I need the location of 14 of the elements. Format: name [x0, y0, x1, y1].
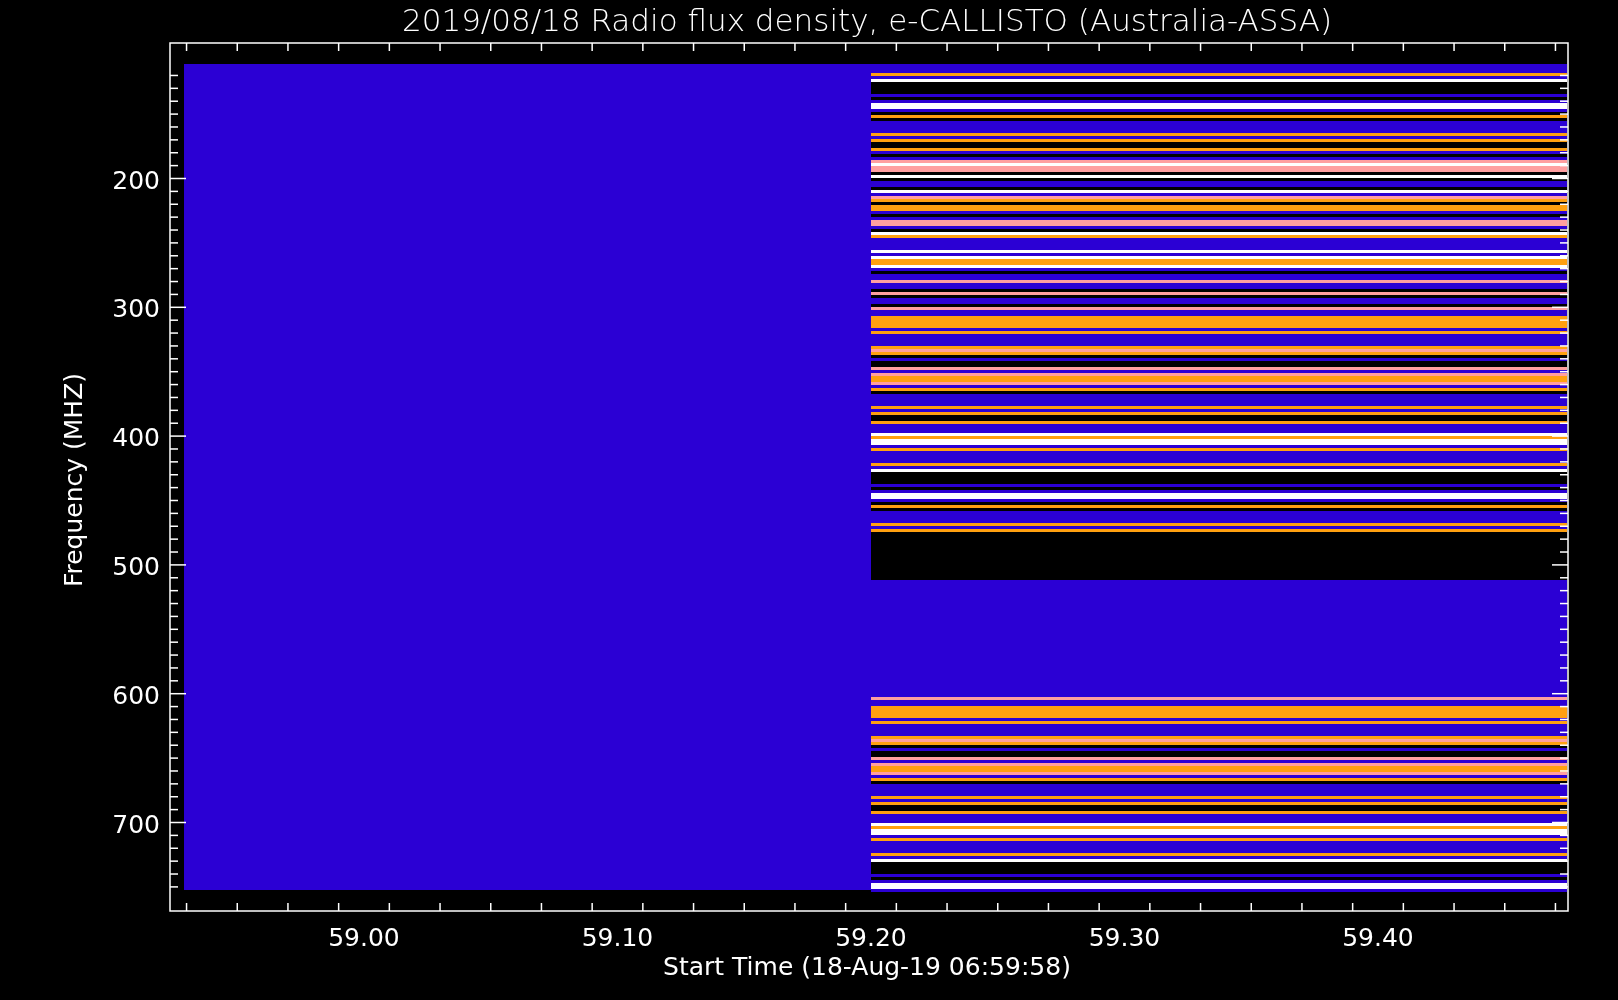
x-tick-label: 59.40	[1342, 923, 1414, 952]
y-tick-label: 600	[112, 680, 160, 710]
x-tick-label: 59.20	[835, 923, 907, 952]
y-tick-label: 400	[112, 423, 160, 453]
x-tick-label: 59.10	[581, 923, 654, 952]
y-axis-label: Frequency (MHZ)	[59, 372, 88, 588]
y-tick-label: 300	[112, 294, 160, 324]
y-tick-label: 500	[112, 551, 160, 581]
y-tick-label: 200	[112, 165, 160, 195]
x-tick-label: 59.30	[1088, 923, 1161, 952]
x-tick-label: 59.00	[328, 923, 400, 952]
plot-title: 2019/08/18 Radio flux density, e-CALLISTO (Australia-ASSA)	[401, 2, 1333, 38]
y-tick-label: 700	[112, 809, 160, 839]
x-axis-label: Start Time (18-Aug-19 06:59:58)	[663, 952, 1071, 981]
